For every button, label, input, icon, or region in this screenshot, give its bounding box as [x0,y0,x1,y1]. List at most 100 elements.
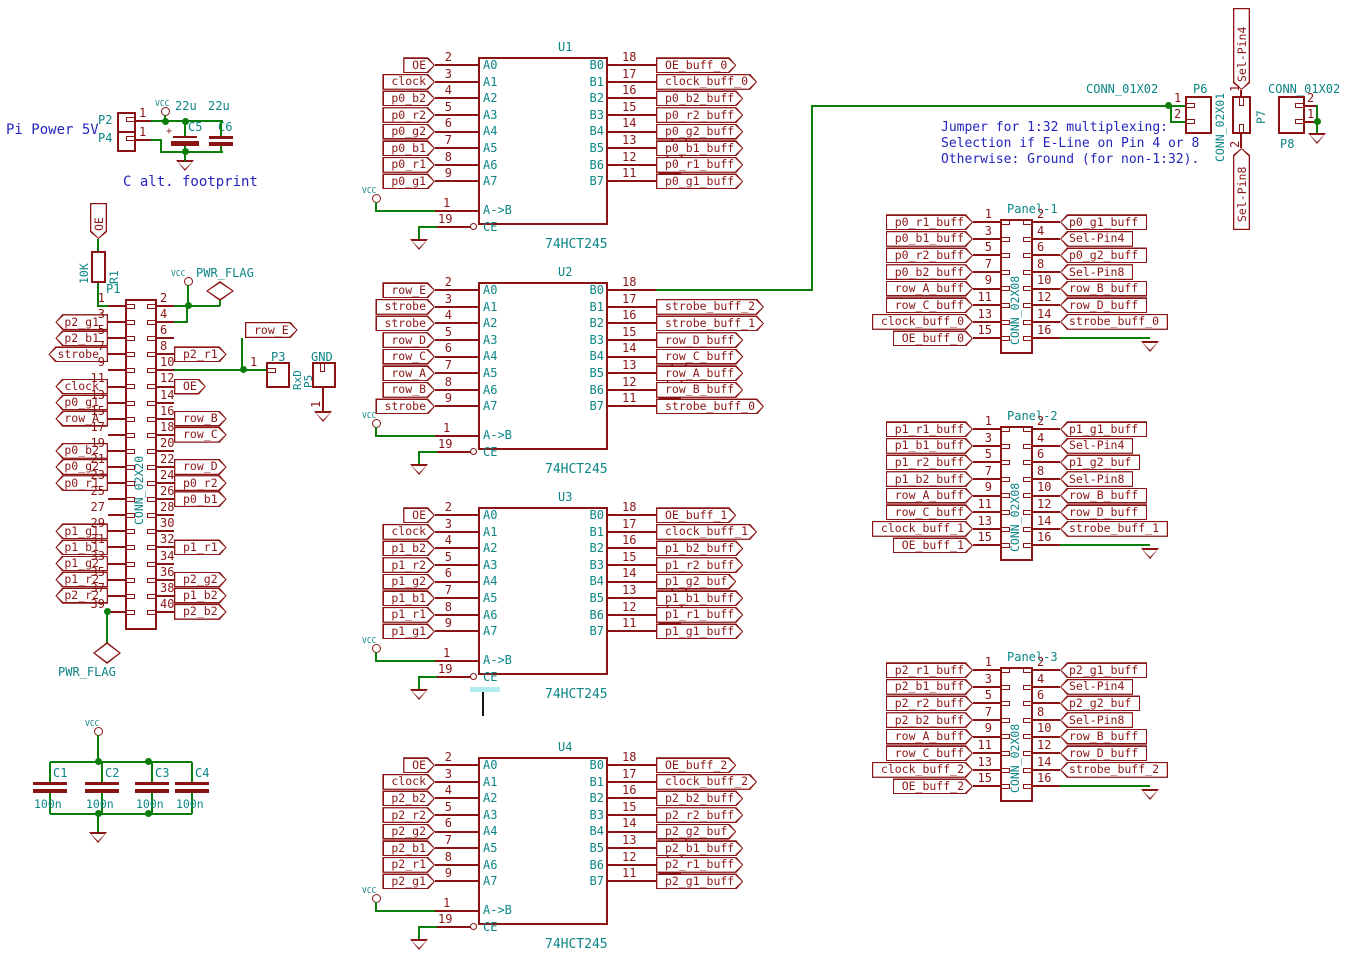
p4-ref[interactable]: P4 [98,131,112,145]
panel-connector[interactable]: Panel-3 CONN_02X08 p2_r1_buff 1 p2_b1_bu… [895,650,1195,815]
net-label[interactable]: p2_r2_buff [886,695,973,711]
global-label-oe[interactable]: OE [90,203,107,239]
p8-ref[interactable]: P8 [1280,137,1294,151]
gnd-symbol[interactable] [410,689,428,700]
net-label[interactable]: p2_r1 [174,346,227,362]
net-label[interactable]: clock [382,74,435,90]
net-label[interactable]: p2_g2_buf [1060,695,1140,711]
net-label[interactable]: row_B_buff [1060,729,1147,745]
net-label[interactable]: p1_g1 [382,623,435,639]
net-label[interactable]: row_C_buff [656,349,743,365]
net-label[interactable]: p0_b1_buff [656,140,743,156]
capacitor[interactable]: C2 100n [85,762,119,822]
net-label[interactable]: row_B_buff [656,382,743,398]
net-label[interactable]: row_D_buff [656,332,743,348]
net-label[interactable]: p1_r2_buff [656,557,743,573]
net-label[interactable]: p2_b1_buff [886,679,973,695]
net-label[interactable]: p0_r1 [382,157,435,173]
net-label[interactable]: row_C_buff [886,745,973,761]
net-label[interactable]: strobe_buff_1 [1060,521,1168,537]
net-label[interactable]: p0_r2 [174,475,227,491]
pwr-flag-symbol[interactable] [93,642,121,664]
r1-resistor[interactable] [91,251,106,283]
net-label[interactable]: p1_r2 [382,557,435,573]
net-label[interactable]: clock [382,524,435,540]
net-label[interactable]: p1_b2_buff [656,540,743,556]
p3-connector[interactable] [266,362,290,388]
net-label[interactable]: p0_g1 [382,173,435,189]
net-label[interactable]: row_B_buff [1060,281,1147,297]
net-label[interactable]: clock_buff_2 [872,762,973,778]
c5-ref[interactable]: C5 [188,120,202,134]
p6-connector[interactable] [1185,96,1212,134]
p1-ref[interactable]: P1 [106,282,120,296]
net-label[interactable]: row_A_buff [886,281,973,297]
gnd-symbol[interactable] [410,939,428,950]
net-label[interactable]: p1_r1 [174,539,227,555]
net-label[interactable]: row_D_buff [1060,504,1147,520]
ic-74hct245[interactable]: U2 74HCT245 row_E 2 A0 strobe 3 [340,275,820,490]
net-label[interactable]: clock_buff_0 [656,74,757,90]
net-label-sel-pin4[interactable]: Sel-Pin4 [1233,8,1250,90]
net-label[interactable]: strobe_buff_2 [656,299,764,315]
net-label[interactable]: p2_b1_buff [656,840,743,856]
net-label[interactable]: row_A [382,365,435,381]
net-label[interactable]: row_B [382,382,435,398]
net-label[interactable]: p2_g2_buf [656,824,736,840]
net-label[interactable]: p0_r2 [382,107,435,123]
net-label[interactable]: strobe [375,299,435,315]
net-label[interactable]: p2_g2 [382,824,435,840]
gnd-symbol[interactable] [410,239,428,250]
net-label[interactable]: OE_buff_2 [656,757,736,773]
net-label[interactable]: row_C_buff [886,504,973,520]
net-label[interactable]: p0_r2_buff [886,247,973,263]
net-label[interactable]: OE_buff_0 [656,57,736,73]
net-label[interactable]: p1_b2 [174,588,227,604]
net-label[interactable]: p0_g2_buff [1060,247,1147,263]
gnd-symbol[interactable] [1308,133,1326,144]
net-label[interactable]: row_B [174,411,227,427]
p6-ref[interactable]: P6 [1193,82,1207,96]
net-label[interactable]: row_A_buff [886,488,973,504]
net-label[interactable]: Sel-Pin8 [1060,264,1133,280]
net-label[interactable]: p1_b2 [382,540,435,556]
p8-connector[interactable] [1278,96,1305,134]
panel-connector[interactable]: Panel-1 CONN_02X08 p0_r1_buff 1 p0_b1_bu… [895,202,1195,367]
net-label[interactable]: OE_buff_2 [893,778,973,794]
capacitor[interactable]: C4 100n [175,762,209,822]
net-label[interactable]: p2_b2 [174,604,227,620]
net-label[interactable]: clock_buff_0 [872,314,973,330]
net-label-row-e[interactable]: row_E [245,322,298,338]
net-label[interactable]: p0_b2_buff [886,264,973,280]
net-label[interactable]: p2_b1 [382,840,435,856]
net-label[interactable]: strobe_buff_1 [656,315,764,331]
net-label[interactable]: strobe_buff_0 [656,398,764,414]
net-label[interactable]: p1_g1_buff [656,623,743,639]
net-label[interactable]: strobe_buff_0 [1060,314,1168,330]
net-label[interactable]: OE [403,57,435,73]
net-label[interactable]: OE [403,757,435,773]
ic-74hct245[interactable]: U1 74HCT245 OE 2 A0 clock 3 [340,50,820,265]
net-label[interactable]: row_E [382,282,435,298]
net-label[interactable]: p0_g1_buff [656,173,743,189]
net-label[interactable]: p1_b1 [382,590,435,606]
net-label[interactable]: row_D_buff [1060,297,1147,313]
p7-ref[interactable]: P7 [1254,100,1268,124]
net-label[interactable]: p0_g2 [382,124,435,140]
net-label[interactable]: OE_buff_1 [656,507,736,523]
net-label[interactable]: p1_g1_buff [1060,421,1147,437]
net-label[interactable]: Sel-Pin4 [1060,679,1133,695]
net-label[interactable]: OE_buff_0 [893,330,973,346]
net-label[interactable]: p0_r1_buff [656,157,743,173]
net-label[interactable]: p2_r2_buff [656,807,743,823]
net-label[interactable]: p0_b2_buff [656,90,743,106]
net-label[interactable]: row_A_buff [886,729,973,745]
net-label[interactable]: p2_g1_buff [1060,662,1147,678]
net-label[interactable]: p2_g2 [174,572,227,588]
p2-ref[interactable]: P2 [98,113,112,127]
net-label[interactable]: OE_buff_1 [893,537,973,553]
net-label[interactable]: p0_b1 [382,140,435,156]
c5-plate[interactable] [173,136,197,138]
net-label[interactable]: row_A_buff [656,365,743,381]
net-label[interactable]: row_B_buff [1060,488,1147,504]
